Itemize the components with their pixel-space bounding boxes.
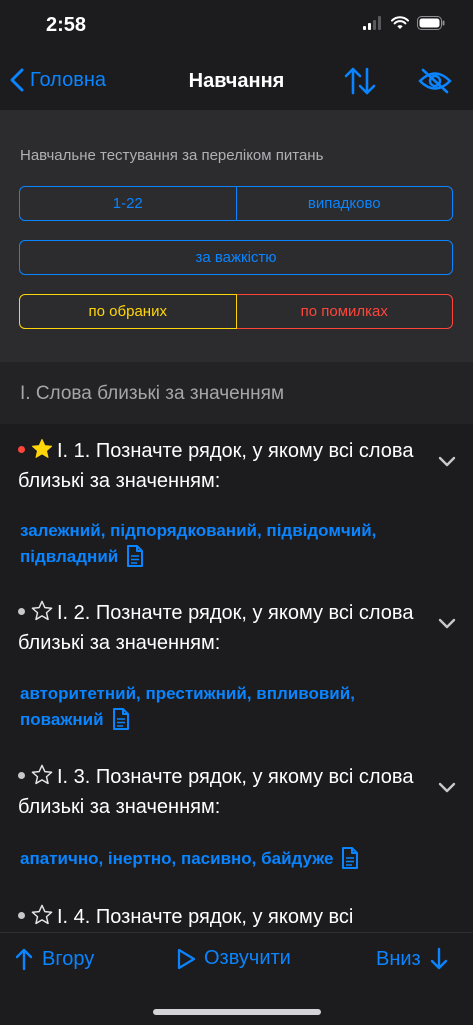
question-text: І. 3. Позначте рядок, у якому всі слова … <box>18 766 414 818</box>
scroll-up-label: Вгору <box>42 947 95 970</box>
back-label: Головна <box>30 68 106 91</box>
list-item[interactable]: І. 1. Позначте рядок, у якому всі слова … <box>0 436 473 596</box>
navigation-bar: Головна Навчання <box>0 54 473 110</box>
home-indicator[interactable] <box>153 1009 321 1015</box>
question-row: І. 1. Позначте рядок, у якому всі слова … <box>18 436 418 496</box>
chevron-down-icon[interactable] <box>438 456 456 468</box>
chevron-down-icon[interactable] <box>438 782 456 794</box>
status-time: 2:58 <box>46 14 87 36</box>
difficulty-control: за важкістю <box>19 240 453 275</box>
status-bar: 2:58 <box>0 0 473 54</box>
range-segmented-control: 1-22 випадково <box>19 186 453 221</box>
document-icon[interactable] <box>341 846 359 870</box>
arrow-down-icon <box>430 947 447 970</box>
document-icon[interactable] <box>112 707 130 731</box>
chevron-left-icon <box>10 68 24 92</box>
question-text: І. 1. Позначте рядок, у якому всі слова … <box>18 440 414 492</box>
list-item[interactable]: І. 3. Позначте рядок, у якому всі слова … <box>0 762 473 892</box>
filter-segmented-control: по обраних по помилках <box>19 294 453 329</box>
settings-caption: Навчальне тестування за переліком питань <box>20 147 324 164</box>
favorites-button[interactable]: по обраних <box>19 294 237 329</box>
section-title: І. Слова близькі за значенням <box>20 383 285 404</box>
star-outline-icon[interactable] <box>31 600 53 622</box>
section-header: І. Слова близькі за значенням <box>0 362 473 424</box>
range-button[interactable]: 1-22 <box>19 186 237 221</box>
scroll-down-button[interactable]: Вниз <box>376 947 457 971</box>
random-button[interactable]: випадково <box>236 186 453 221</box>
arrow-up-icon <box>15 948 33 971</box>
answer-text: залежний, підпорядкований, підвідомчий, … <box>20 521 377 566</box>
speak-label: Озвучити <box>204 947 291 969</box>
scroll-up-button[interactable]: Вгору <box>6 947 94 971</box>
question-text: І. 4. Позначте рядок, у якому всі <box>57 906 354 928</box>
list-item[interactable]: І. 2. Позначте рядок, у якому всі слова … <box>0 598 473 758</box>
question-row: І. 4. Позначте рядок, у якому всі <box>18 902 418 932</box>
signal-icon <box>363 16 381 30</box>
chevron-down-icon[interactable] <box>438 618 456 630</box>
answer-text: авторитетний, престижний, впливовий, пов… <box>20 684 355 729</box>
answer-text-container: апатично, інертно, пасивно, байдуже <box>20 846 440 872</box>
status-icons <box>363 16 445 30</box>
status-dot-icon <box>18 912 25 920</box>
answer-text: апатично, інертно, пасивно, байдуже <box>20 849 334 868</box>
eye-slash-icon <box>418 68 452 94</box>
difficulty-button[interactable]: за важкістю <box>19 240 453 275</box>
scroll-down-label: Вниз <box>376 947 421 970</box>
document-icon[interactable] <box>126 544 144 568</box>
speak-button[interactable]: Озвучити <box>168 947 291 970</box>
play-icon <box>177 948 196 969</box>
question-row: І. 3. Позначте рядок, у якому всі слова … <box>18 762 418 822</box>
status-dot-icon <box>18 446 25 454</box>
hide-answers-button[interactable] <box>418 68 452 99</box>
back-button[interactable]: Головна <box>10 68 106 92</box>
question-row: І. 2. Позначте рядок, у якому всі слова … <box>18 598 418 658</box>
question-text: І. 2. Позначте рядок, у якому всі слова … <box>18 602 414 654</box>
star-filled-icon[interactable] <box>31 438 53 460</box>
wifi-icon <box>391 16 409 29</box>
mistakes-button[interactable]: по помилках <box>236 294 453 329</box>
test-settings-panel: Навчальне тестування за переліком питань… <box>0 110 473 362</box>
star-outline-icon[interactable] <box>31 764 53 786</box>
answer-text-container: авторитетний, престижний, впливовий, пов… <box>20 681 440 733</box>
list-item[interactable]: І. 4. Позначте рядок, у якому всі <box>0 902 473 932</box>
status-dot-icon <box>18 608 25 616</box>
battery-icon <box>417 16 445 30</box>
status-dot-icon <box>18 772 25 780</box>
answer-text-container: залежний, підпорядкований, підвідомчий, … <box>20 518 440 570</box>
sort-arrows-icon <box>344 67 376 95</box>
sort-button[interactable] <box>344 66 376 101</box>
question-list[interactable]: І. Слова близькі за значенням І. 1. Позн… <box>0 362 473 932</box>
star-outline-icon[interactable] <box>31 904 53 926</box>
